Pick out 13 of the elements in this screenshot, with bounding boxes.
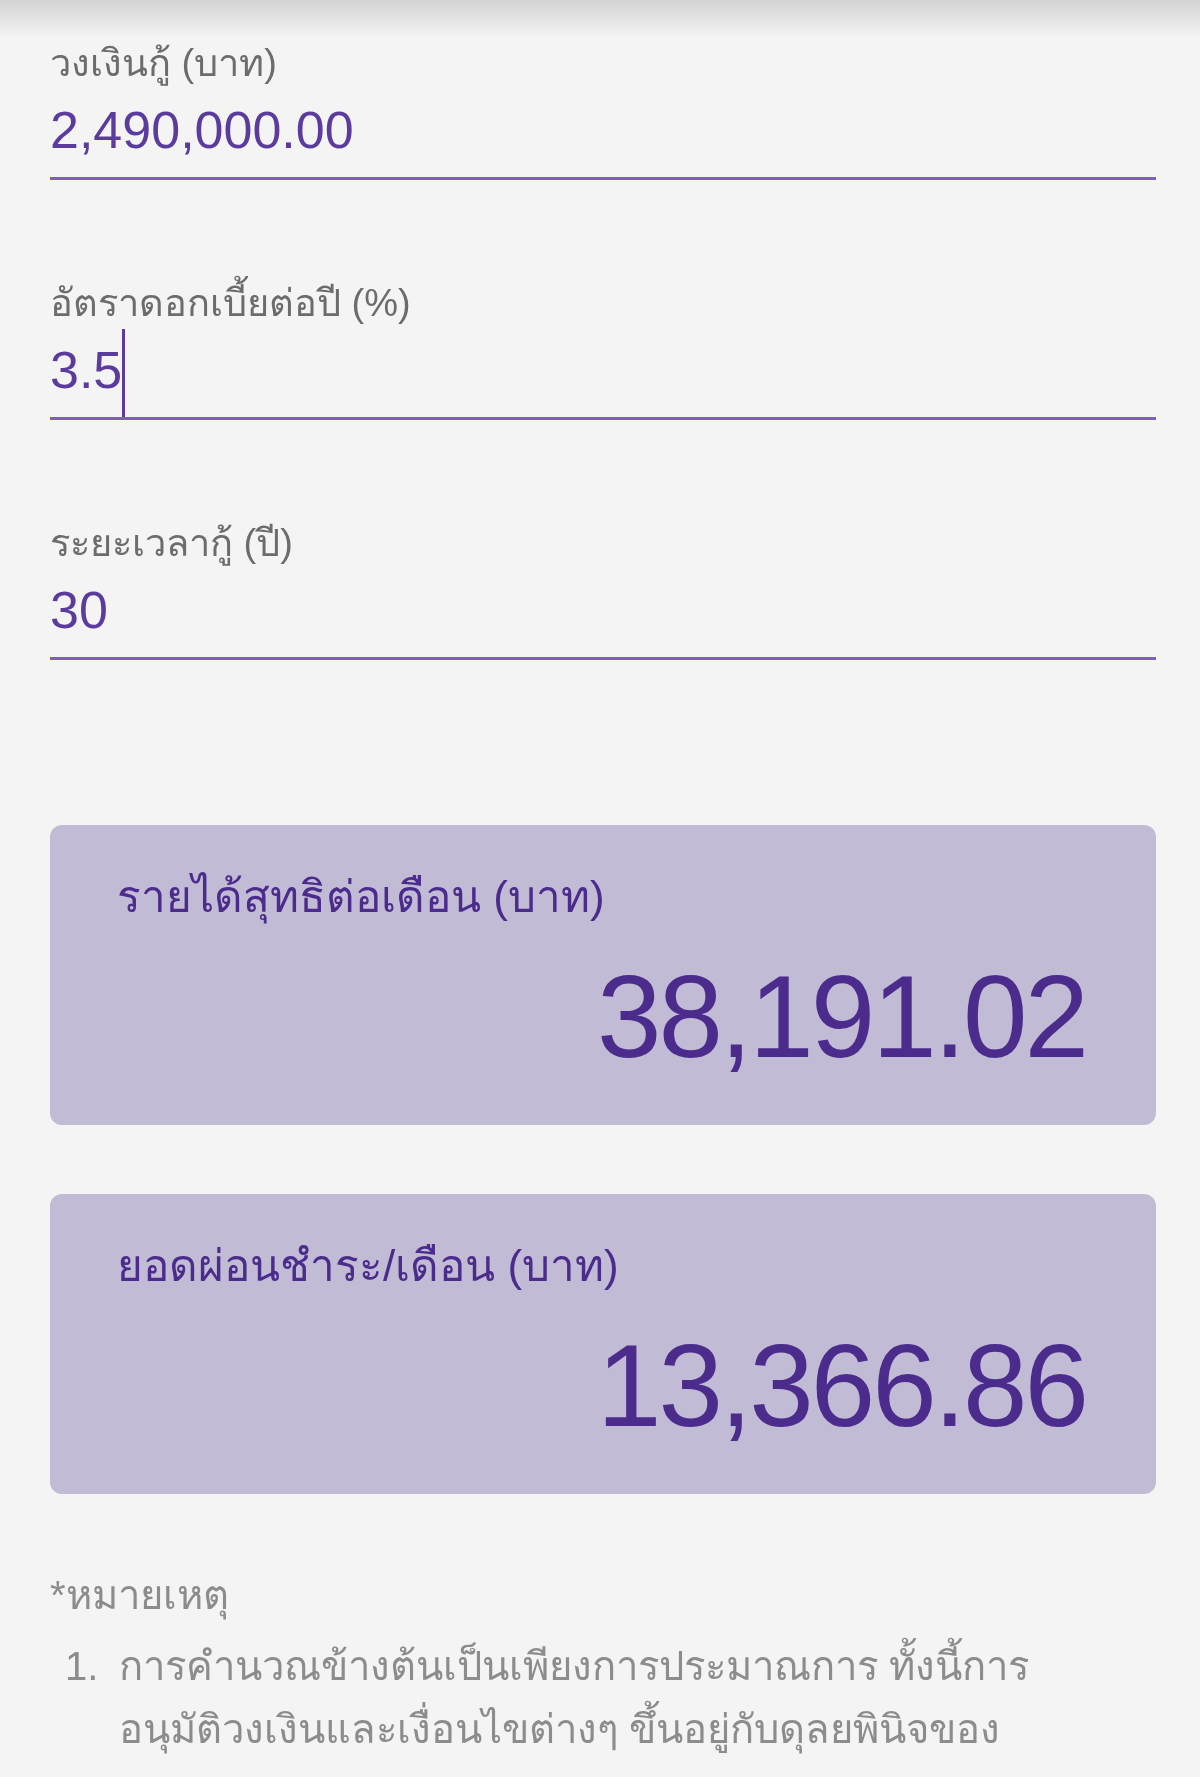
field-label: ระยะเวลากู้ (ปี): [50, 521, 293, 568]
result-value: 38,191.02: [596, 959, 1086, 1075]
result-label: รายได้สุทธิต่อเดือน (บาท): [117, 869, 605, 925]
input-field[interactable]: 2,490,000.00: [50, 89, 1156, 180]
note-text: การคำนวณข้างต้นเป็นเพียงการประมาณการ ทั้งนี้การอนุมัติวงเงินและเงื่อนไขต่างๆ ขึ้นอยู่กับดุลยพินิจของ: [119, 1635, 1096, 1761]
input-field[interactable]: 3.5: [50, 329, 1156, 420]
field-label: อัตราดอกเบี้ยต่อปี (%): [50, 277, 411, 329]
note-title: *หมายเหตุ: [50, 1569, 229, 1621]
result-value: 13,366.86: [596, 1328, 1086, 1444]
list-number: 1.: [65, 1643, 100, 1690]
input-field[interactable]: 30: [50, 569, 1156, 660]
field-label: วงเงินกู้ (บาท): [50, 41, 277, 88]
result-label: ยอดผ่อนชำระ/เดือน (บาท): [117, 1240, 619, 1292]
